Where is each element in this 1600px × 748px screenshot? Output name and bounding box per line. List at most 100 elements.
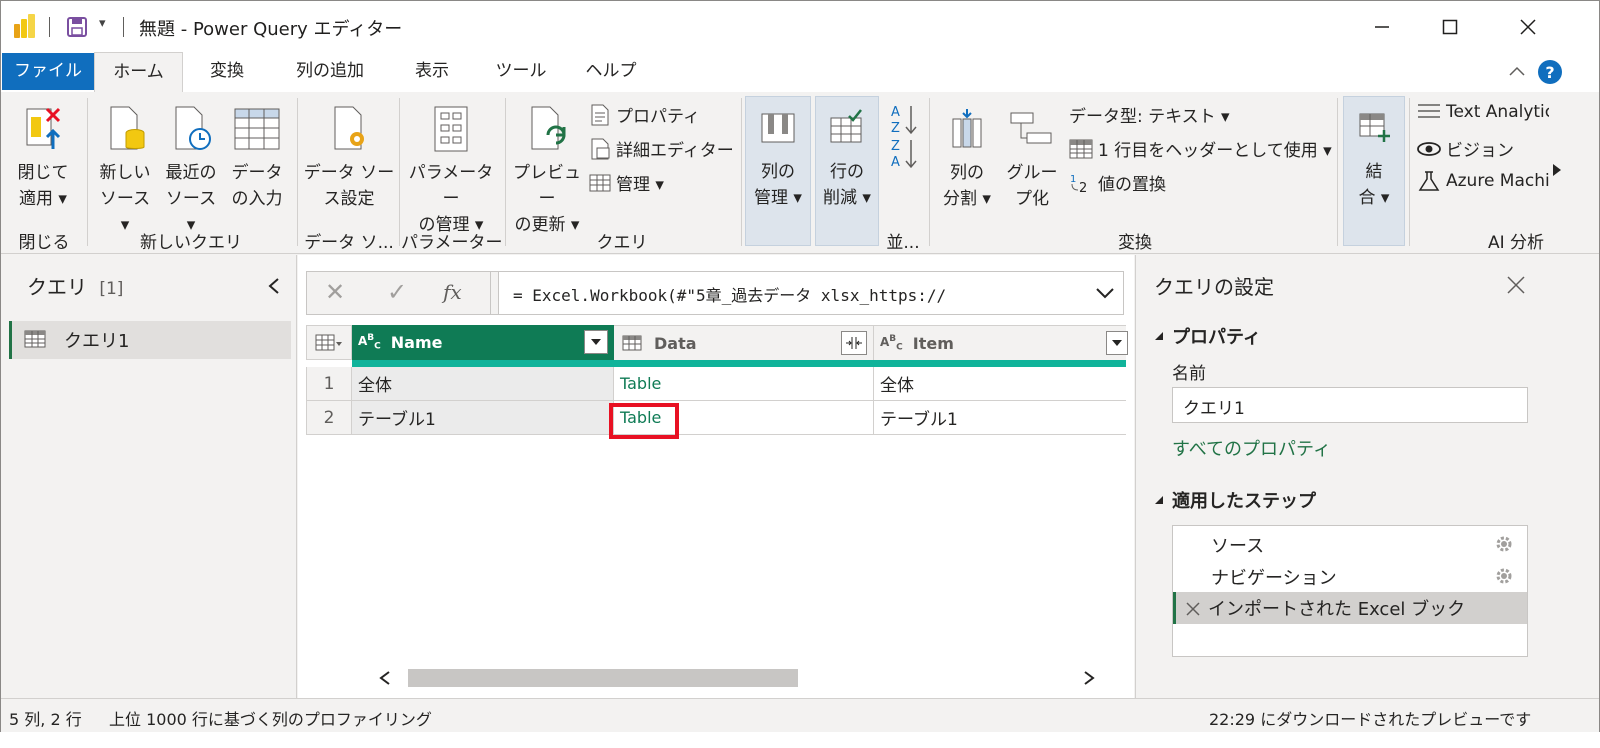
table-menu-button[interactable] [306,325,352,360]
enter-data-button[interactable]: データ の入力 [225,98,289,212]
table-link-cell[interactable]: Table [614,367,874,401]
text-analytics-button[interactable]: Text Analytics [1417,102,1549,122]
ribbon-scroll-right-icon[interactable] [1551,162,1563,178]
tab-tools[interactable]: ツール [483,52,559,92]
tab-add-column[interactable]: 列の追加 [277,52,383,92]
datasource-settings-button[interactable]: データ ソー ス設定 [303,98,395,212]
ai-insights-group: Text Analytics ビジョン Azure Machine Learni… [1413,92,1549,224]
dropdown-arrow-icon [591,339,601,345]
group-by-button[interactable]: グルー プ化 [1003,98,1061,212]
scroll-thumb[interactable] [408,669,798,687]
all-properties-link[interactable]: すべてのプロパティ [1172,435,1331,461]
column-header-item[interactable]: ABC Item [874,325,1128,360]
minimize-button[interactable] [1359,9,1405,45]
properties-button[interactable]: プロパティ [589,102,700,127]
step-item-navigation[interactable]: ナビゲーション [1173,560,1527,592]
group-label-query: クエリ [596,233,648,253]
group-separator [929,98,930,246]
maximize-button[interactable] [1427,9,1473,45]
replace-values-button[interactable]: 12 値の置換 [1069,170,1166,196]
queries-pane-title: クエリ [1] [27,275,124,299]
minimize-icon [1375,26,1389,28]
tab-view[interactable]: 表示 [399,52,465,92]
close-apply-button[interactable]: 閉じて 適用 ▾ [9,98,77,212]
column-header-name[interactable]: ABC Name [352,325,614,360]
tab-home[interactable]: ホーム [94,52,183,93]
sort-ascending-icon[interactable]: AZ [889,102,919,138]
table-cell[interactable]: テーブル1 [874,401,1126,435]
row-column-count: 5 列, 2 行 [9,710,82,729]
new-source-button[interactable]: 新しい ソース ▾ [93,98,157,238]
close-window-button[interactable] [1505,9,1551,45]
profiling-status[interactable]: 上位 1000 行に基づく列のプロファイリング [109,706,432,730]
tab-help[interactable]: ヘルプ [573,52,649,92]
manage-columns-button[interactable]: 列の 管理 ▾ [745,96,811,246]
expand-column-button[interactable] [841,331,867,355]
combine-button[interactable]: 結 合 ▾ [1343,96,1405,246]
delete-step-icon[interactable] [1186,602,1200,616]
horizontal-scrollbar[interactable] [370,665,1100,691]
expand-formula-chevron-icon[interactable] [1095,284,1115,302]
split-column-button[interactable]: 列の 分割 ▾ [935,98,999,212]
table-cell[interactable]: 全体 [352,367,614,401]
azure-ml-button[interactable]: Azure Machine Learning [1417,170,1549,192]
collapse-triangle-icon[interactable] [1154,495,1164,505]
vision-eye-icon [1417,141,1441,156]
text-type-icon: ABC [358,333,381,352]
scroll-right-icon[interactable] [1082,670,1096,686]
collapse-pane-chevron-icon[interactable] [267,277,281,295]
query-name-input[interactable]: クエリ1 [1172,387,1528,423]
close-pane-icon[interactable] [1506,275,1526,295]
gear-icon[interactable] [1495,535,1513,553]
vision-button[interactable]: ビジョン [1417,136,1514,161]
highlight-box [609,403,679,439]
refresh-preview-button[interactable]: プレビュー の更新 ▾ [509,98,585,238]
gear-icon[interactable] [1495,567,1513,585]
help-icon[interactable]: ? [1537,59,1563,85]
group-by-icon [1010,112,1052,144]
manage-table-icon [589,174,611,191]
applied-steps-header: 適用したステップ [1172,491,1316,512]
manage-button[interactable]: 管理 ▾ [589,170,664,195]
table-cell[interactable]: 全体 [874,367,1126,401]
data-grid: ABC Name Data ABC Item 1 全体 Table 全体 2 テ… [306,325,1128,439]
column-header-data[interactable]: Data [614,325,874,360]
text-type-icon: ABC [880,333,903,353]
formula-text[interactable]: = Excel.Workbook(#"5章_過去データ xlsx_https:/… [513,282,946,306]
save-icon[interactable] [67,17,87,37]
reduce-rows-button[interactable]: 行の 削減 ▾ [815,96,879,246]
cancel-formula-icon[interactable]: ✕ [325,278,345,306]
data-type-dropdown[interactable]: データ型: テキスト ▾ [1069,102,1230,127]
row-number[interactable]: 1 [306,367,352,401]
quick-access-dropdown[interactable]: ▾ [99,16,106,31]
step-item-source[interactable]: ソース [1173,528,1527,560]
new-source-icon [110,106,145,150]
manage-parameters-button[interactable]: パラメーター の管理 ▾ [403,98,499,238]
collapse-triangle-icon[interactable] [1154,331,1164,341]
group-separator [297,98,298,246]
query-list-item[interactable]: クエリ1 [9,321,291,359]
advanced-editor-icon [591,138,610,159]
table-cell[interactable]: テーブル1 [352,401,614,435]
collapse-ribbon-icon[interactable] [1508,64,1526,78]
confirm-formula-icon[interactable]: ✓ [387,278,407,306]
scroll-left-icon[interactable] [378,670,392,686]
maximize-icon [1442,19,1458,35]
fx-icon[interactable]: fx [443,280,462,304]
step-item-imported-excel[interactable]: インポートされた Excel ブック [1173,592,1527,624]
svg-text:Z: Z [891,121,900,136]
dropdown-arrow-icon [1112,340,1122,346]
group-label-close: 閉じる [18,233,70,253]
filter-dropdown-button[interactable] [584,330,608,354]
close-icon [1520,19,1536,35]
svg-text:A: A [891,105,900,120]
svg-text:2: 2 [1079,181,1087,194]
recent-source-button[interactable]: 最近の ソース ▾ [159,98,223,238]
use-first-row-as-headers-button[interactable]: 1 行目をヘッダーとして使用 ▾ [1069,136,1332,161]
sort-descending-icon[interactable]: ZA [889,136,919,172]
row-number[interactable]: 2 [306,401,352,435]
filter-dropdown-button[interactable] [1106,331,1128,355]
advanced-editor-button[interactable]: 詳細エディター [589,136,734,161]
tab-file[interactable]: ファイル [2,53,94,90]
tab-transform[interactable]: 変換 [191,52,263,92]
